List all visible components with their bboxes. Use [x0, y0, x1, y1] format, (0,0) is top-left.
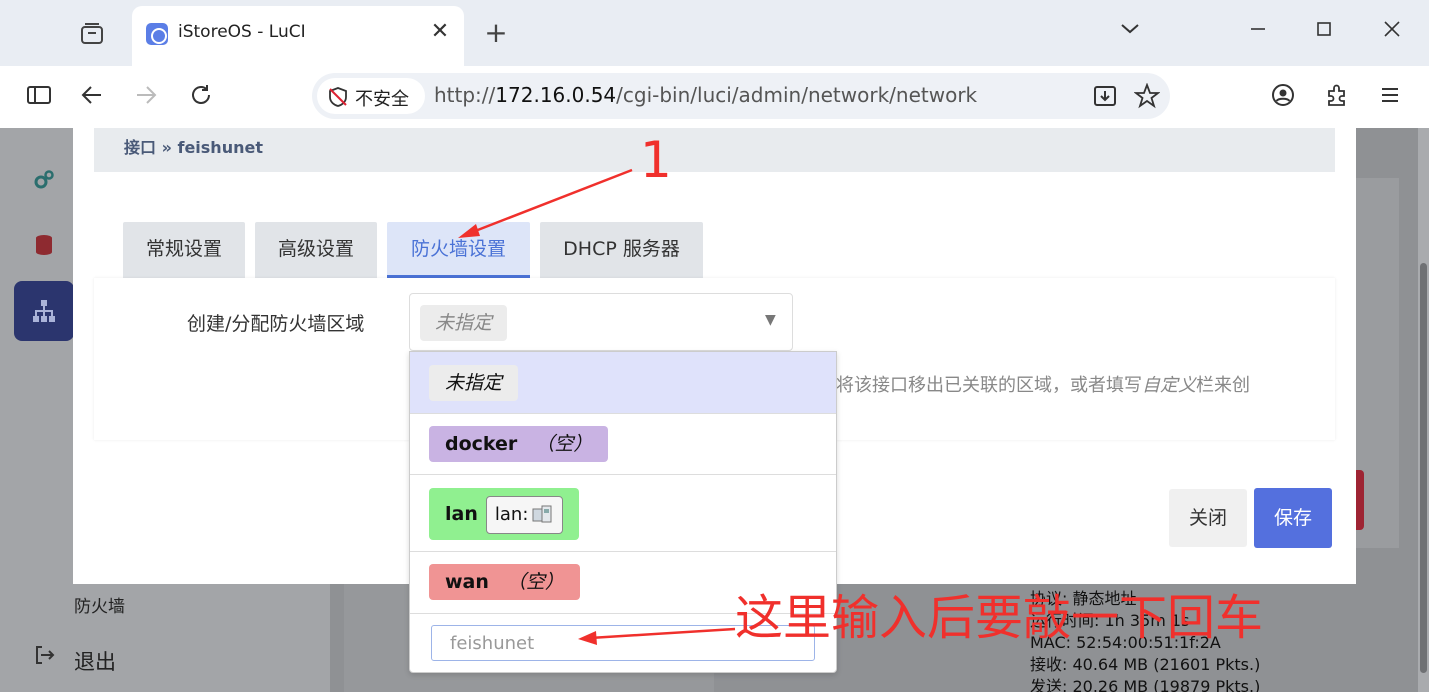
tab-search-chevron-icon[interactable] — [1110, 16, 1150, 50]
zone-chip: 未指定 — [429, 365, 519, 401]
zone-option-unspecified[interactable]: 未指定 — [410, 352, 836, 414]
zone-name: wan — [445, 571, 489, 593]
sidebar-toggle-icon[interactable] — [24, 82, 54, 112]
zone-chip: lan lan: — [429, 488, 580, 540]
annotation-hint: 这里输入后要敲一下回车 — [735, 590, 1264, 646]
sidebar-item-firewall[interactable]: 防火墙 — [74, 592, 125, 617]
page-scrollbar[interactable] — [1418, 128, 1429, 692]
modal-header: 接口 » feishunet — [94, 128, 1335, 172]
istoreos-favicon-icon — [146, 23, 168, 45]
dropdown-arrow-icon[interactable]: ▼ — [765, 312, 776, 328]
zone-chip: wan （空） — [429, 564, 580, 600]
menu-icon[interactable] — [1375, 82, 1405, 112]
install-app-icon[interactable] — [1091, 83, 1119, 111]
not-secure-shield-icon — [329, 87, 347, 107]
firewall-zone-label: 创建/分配防火墙区域 — [187, 313, 365, 335]
browser-tabstrip: iStoreOS - LuCI ✕ + — [0, 0, 1429, 66]
zone-empty-note: （空） — [506, 571, 564, 593]
select-selected-value: 未指定 — [420, 305, 508, 341]
services-gear-icon[interactable] — [30, 168, 58, 196]
description-prefix: 将该接口移出已关联的区域，或者填写 — [836, 375, 1142, 396]
zone-chip: docker （空） — [429, 426, 609, 462]
description-custom-keyword: 自定义 — [1142, 375, 1196, 396]
minimize-icon[interactable] — [1238, 16, 1278, 50]
profile-icon[interactable] — [1268, 82, 1298, 112]
network-name: lan: — [494, 503, 529, 525]
tab-advanced-settings[interactable]: 高级设置 — [255, 222, 377, 278]
description-suffix: 栏来创 — [1196, 375, 1250, 396]
zone-name: lan — [445, 503, 478, 525]
storage-database-icon[interactable] — [30, 233, 58, 261]
browser-toolbar: 不安全 http://172.16.0.54/cgi-bin/luci/admi… — [0, 66, 1429, 128]
tab-close-icon[interactable]: ✕ — [426, 18, 454, 46]
annotation-step-number: 1 — [640, 131, 672, 189]
zone-name: docker — [445, 433, 518, 455]
tab-firewall-settings[interactable]: 防火墙设置 — [387, 222, 530, 278]
reload-icon[interactable] — [186, 82, 216, 112]
sidebar-item-logout[interactable]: 退出 — [74, 646, 116, 676]
back-arrow-icon[interactable] — [77, 82, 107, 112]
breadcrumb: 接口 » feishunet — [124, 138, 263, 157]
url-path: /cgi-bin/luci/admin/network/network — [616, 83, 978, 107]
firewall-zone-description: 将该接口移出已关联的区域，或者填写自定义栏来创 — [836, 371, 1250, 397]
zone-option-lan[interactable]: lan lan: — [410, 475, 836, 552]
extensions-puzzle-icon[interactable] — [1322, 82, 1352, 112]
tab-groups-icon[interactable] — [78, 20, 106, 48]
url-text[interactable]: http://172.16.0.54/cgi-bin/luci/admin/ne… — [434, 83, 977, 107]
url-host: 172.16.0.54 — [495, 83, 617, 107]
info-line: 发送: 20.26 MB (19879 Pkts.) — [1030, 677, 1261, 692]
firewall-zone-select[interactable]: 未指定 ▼ — [409, 293, 793, 351]
window-close-icon[interactable] — [1372, 16, 1412, 50]
tab-title: iStoreOS - LuCI — [178, 22, 306, 42]
scrollbar-thumb[interactable] — [1420, 263, 1427, 673]
tab-general-settings[interactable]: 常规设置 — [123, 222, 245, 278]
close-button[interactable]: 关闭 — [1169, 489, 1247, 547]
info-line: 接收: 40.64 MB (21601 Pkts.) — [1030, 655, 1261, 674]
address-bar[interactable]: 不安全 http://172.16.0.54/cgi-bin/luci/admi… — [312, 73, 1170, 119]
network-chip: lan: — [485, 495, 564, 534]
maximize-icon[interactable] — [1304, 16, 1344, 50]
security-label: 不安全 — [355, 89, 409, 110]
network-topology-icon — [33, 300, 55, 322]
url-scheme: http:// — [434, 83, 496, 107]
save-button[interactable]: 保存 — [1254, 488, 1332, 548]
zone-option-docker[interactable]: docker （空） — [410, 414, 836, 475]
bookmark-star-icon[interactable] — [1133, 82, 1161, 111]
ethernet-port-icon — [532, 505, 552, 522]
sidebar-item-network[interactable] — [14, 281, 74, 341]
forward-arrow-icon[interactable] — [131, 82, 161, 112]
new-tab-button[interactable]: + — [482, 19, 510, 48]
tab-dhcp-server[interactable]: DHCP 服务器 — [540, 222, 703, 278]
zone-empty-note: （空） — [535, 433, 593, 455]
browser-tab-active[interactable]: iStoreOS - LuCI ✕ — [132, 6, 464, 66]
security-indicator[interactable]: 不安全 — [317, 78, 425, 114]
logout-icon[interactable] — [30, 644, 58, 672]
